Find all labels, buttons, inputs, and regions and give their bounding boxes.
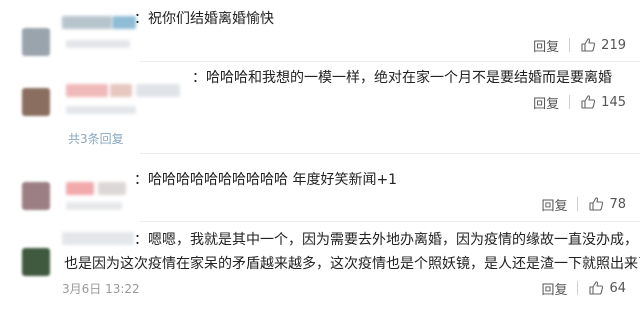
- username-redacted[interactable]: [62, 16, 112, 29]
- like-count: 78: [609, 196, 626, 212]
- like-button[interactable]: 145: [580, 94, 626, 110]
- username-redacted[interactable]: [66, 182, 94, 195]
- reply-button[interactable]: 回复: [541, 279, 567, 298]
- like-button[interactable]: 78: [588, 196, 626, 212]
- reply-button[interactable]: 回复: [541, 195, 567, 214]
- like-button[interactable]: 64: [588, 280, 626, 296]
- comment-item: ：哈哈哈哈哈哈哈哈哈哈 年度好笑新闻+1 回复 78: [0, 154, 640, 222]
- like-count: 64: [609, 280, 626, 296]
- comment-text: ：嗯嗯，我就是其中一个，因为需要去外地办离婚，因为疫情的缘故一直没办成，: [134, 232, 638, 248]
- username-redacted: [136, 84, 180, 97]
- like-count: 219: [601, 37, 626, 53]
- username-redacted: [66, 202, 122, 210]
- comment-text: ：祝你们结婚离婚愉快: [134, 11, 274, 27]
- username-redacted[interactable]: [62, 232, 134, 245]
- avatar[interactable]: [22, 248, 50, 276]
- comment-actions: 回复 145: [533, 93, 626, 112]
- avatar[interactable]: [22, 88, 50, 116]
- comment-actions: 回复 78: [541, 195, 626, 214]
- comment-actions: 回复 219: [533, 36, 626, 55]
- avatar[interactable]: [22, 28, 50, 56]
- username-redacted: [66, 106, 136, 114]
- avatar[interactable]: [22, 182, 50, 210]
- thumbs-up-icon: [589, 281, 604, 295]
- more-replies-link[interactable]: 共3条回复: [68, 130, 124, 147]
- comment-item: ：嗯嗯，我就是其中一个，因为需要去外地办离婚，因为疫情的缘故一直没办成， 也是因…: [0, 222, 640, 312]
- like-button[interactable]: 219: [580, 37, 626, 53]
- comment-text: ：哈哈哈和我想的一模一样，绝对在家一个月不是要结婚而是要离婚: [192, 70, 612, 86]
- comment-actions: 回复 64: [541, 279, 626, 298]
- comment-text: 也是因为这次疫情在家呆的矛盾越来越多，这次疫情也是个照妖镜，是人还是渣一下就照出…: [64, 256, 640, 272]
- thumbs-up-icon: [581, 95, 596, 109]
- comment-text: ：哈哈哈哈哈哈哈哈哈哈 年度好笑新闻+1: [134, 172, 398, 188]
- comment-timestamp: 3月6日 13:22: [62, 282, 140, 296]
- thumbs-up-icon: [589, 197, 604, 211]
- divider: [577, 197, 579, 211]
- reply-button[interactable]: 回复: [533, 93, 559, 112]
- divider: [577, 281, 579, 295]
- username-redacted: [98, 182, 126, 195]
- username-redacted: [110, 84, 132, 97]
- like-count: 145: [601, 94, 626, 110]
- username-redacted: [112, 16, 136, 29]
- reply-button[interactable]: 回复: [533, 36, 559, 55]
- comment-item: ：祝你们结婚离婚愉快 回复 219: [0, 0, 640, 62]
- thumbs-up-icon: [581, 38, 596, 52]
- divider: [569, 95, 571, 109]
- comment-item: ：哈哈哈和我想的一模一样，绝对在家一个月不是要结婚而是要离婚 回复 145 共3…: [0, 62, 640, 154]
- username-redacted: [66, 40, 130, 48]
- username-redacted[interactable]: [66, 84, 108, 97]
- divider: [569, 38, 571, 52]
